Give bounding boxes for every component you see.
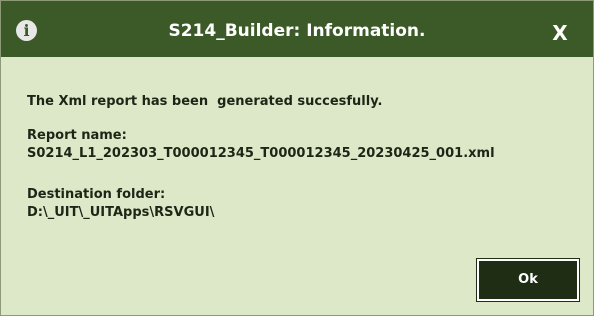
report-name-label: Report name:	[27, 128, 127, 143]
status-message: The Xml report has been generated succes…	[27, 94, 383, 109]
dialog-title: S214_Builder: Information.	[168, 21, 426, 41]
destination-folder-label: Destination folder:	[27, 187, 166, 202]
report-name-value: S0214_L1_202303_T000012345_T000012345_20…	[27, 146, 495, 161]
information-dialog: i S214_Builder: Information. X The Xml r…	[0, 0, 594, 316]
ok-button[interactable]: Ok	[476, 258, 580, 302]
title-bar[interactable]: i S214_Builder: Information. X	[1, 1, 593, 57]
close-button[interactable]: X	[546, 20, 574, 46]
destination-folder-value: D:\_UIT\_UITApps\RSVGUI\	[27, 205, 215, 220]
